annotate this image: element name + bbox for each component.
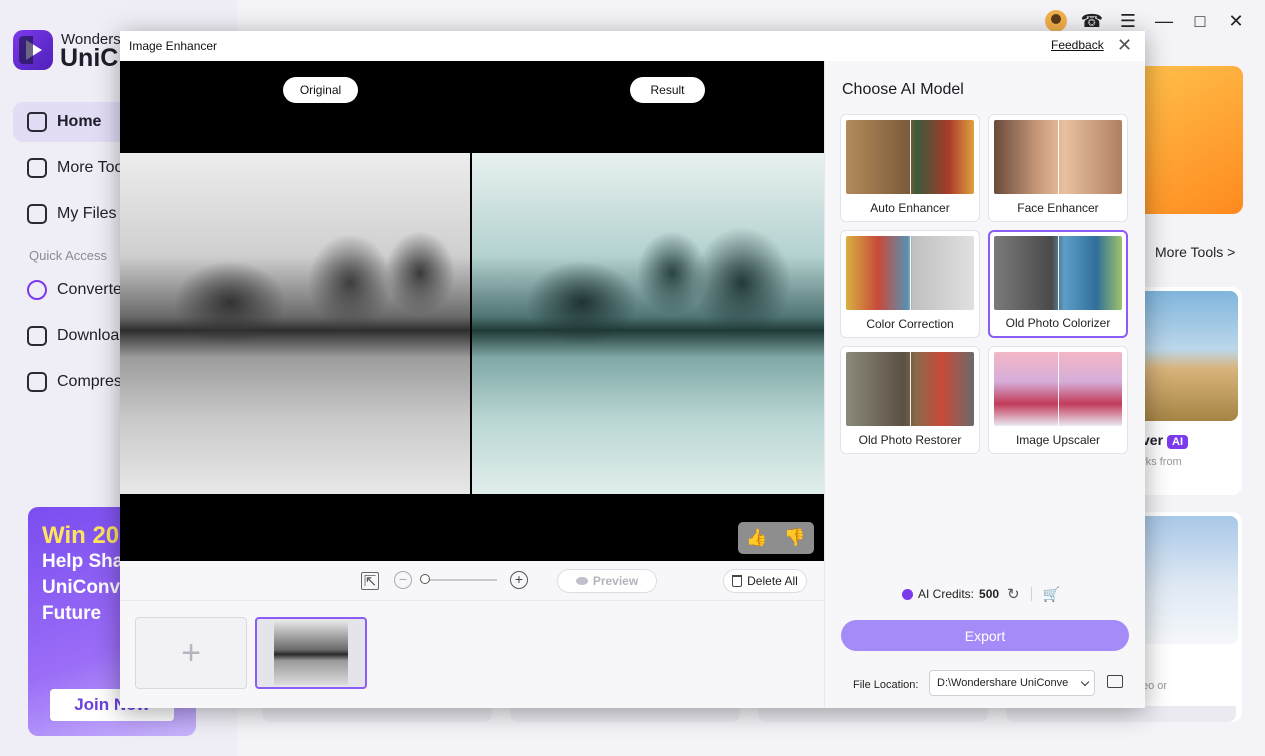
add-image-button[interactable]: + (135, 617, 247, 689)
credits-label: AI Credits: (918, 587, 975, 601)
credits-value: 500 (979, 587, 1000, 601)
thumbs-up-icon[interactable]: 👍 (745, 526, 769, 550)
feature-card-subtitle: rks from (1142, 456, 1182, 468)
comparison-preview: Original Result 👍 👎 (120, 61, 824, 561)
minimize-icon[interactable]: — (1153, 10, 1175, 32)
delete-all-button[interactable]: Delete All (723, 569, 807, 593)
model-preview-image (846, 352, 974, 426)
image-enhancer-dialog: Image Enhancer Feedback ✕ Original Resul… (120, 31, 1145, 708)
model-preview-image (846, 236, 974, 310)
cart-icon[interactable]: 🛒 (1043, 586, 1060, 603)
file-icon (27, 204, 47, 224)
image-thumbnail[interactable] (255, 617, 367, 689)
panel-title: Choose AI Model (842, 81, 964, 98)
more-tools-link[interactable]: More Tools > (1155, 244, 1235, 260)
thumbs-down-icon[interactable]: 👎 (783, 526, 807, 550)
model-label: Image Upscaler (1015, 433, 1101, 447)
credits-icon (902, 588, 913, 600)
model-label: Old Photo Restorer (858, 433, 962, 447)
file-location-label: File Location: (853, 679, 919, 691)
thumbnail-image (274, 621, 348, 685)
model-color-correction[interactable]: Color Correction (840, 230, 980, 338)
folder-icon[interactable] (1107, 675, 1123, 688)
model-preview-image (994, 352, 1122, 426)
headset-icon[interactable]: ☎ (1081, 10, 1103, 32)
dialog-header: Image Enhancer Feedback ✕ (120, 31, 1145, 61)
original-label: Original (283, 77, 358, 103)
download-icon (27, 326, 47, 346)
model-preview-image (994, 236, 1122, 310)
sidebar-item-label: Converte (57, 281, 122, 298)
close-icon[interactable]: ✕ (1225, 10, 1247, 32)
model-label: Old Photo Colorizer (1005, 316, 1111, 330)
compress-icon (27, 372, 47, 392)
export-button[interactable]: Export (841, 620, 1129, 651)
feature-card-subtitle: eo or (1142, 680, 1168, 692)
refresh-icon[interactable]: ↻ (1007, 585, 1020, 603)
sidebar-item-label: Downloa (57, 327, 120, 344)
model-preview-image (846, 120, 974, 194)
file-location-value: D:\Wondershare UniConve (937, 677, 1069, 689)
model-label: Auto Enhancer (870, 201, 950, 215)
menu-icon[interactable]: ☰ (1117, 10, 1139, 32)
close-icon[interactable]: ✕ (1117, 35, 1132, 55)
model-preview-image (994, 120, 1122, 194)
feedback-link[interactable]: Feedback (1051, 38, 1104, 52)
model-old-photo-restorer[interactable]: Old Photo Restorer (840, 346, 980, 454)
original-image (120, 153, 470, 494)
chevron-down-icon (1080, 677, 1090, 687)
home-icon (27, 112, 47, 132)
dialog-title: Image Enhancer (129, 39, 218, 53)
sidebar-item-label: Compres (57, 373, 122, 390)
rating-buttons: 👍 👎 (738, 522, 814, 554)
fit-screen-icon[interactable]: ⇱ (361, 572, 379, 590)
ai-model-panel: Choose AI Model Auto Enhancer Face Enhan… (824, 61, 1145, 708)
toolbox-icon (27, 158, 47, 178)
delete-all-label: Delete All (747, 574, 798, 588)
model-face-enhancer[interactable]: Face Enhancer (988, 114, 1128, 222)
preview-label: Preview (592, 574, 639, 588)
model-image-upscaler[interactable]: Image Upscaler (988, 346, 1128, 454)
avatar-icon[interactable] (1045, 10, 1067, 32)
feature-card-title: ver AI (1142, 432, 1189, 449)
window-controls: ☎ ☰ — □ ✕ (1045, 10, 1247, 32)
preview-toolbar: ⇱ − + Preview Delete All (120, 561, 824, 601)
zoom-slider[interactable] (422, 579, 497, 581)
image-strip: + (120, 601, 824, 708)
result-label: Result (630, 77, 705, 103)
sidebar-item-label: Home (57, 113, 102, 130)
result-image (472, 153, 824, 494)
zoom-slider-handle[interactable] (420, 574, 430, 584)
converter-icon (27, 280, 47, 300)
model-label: Face Enhancer (1017, 201, 1099, 215)
file-location-select[interactable]: D:\Wondershare UniConve (929, 670, 1095, 696)
ai-credits: AI Credits: 500 ↻ 🛒 (902, 585, 1060, 603)
zoom-in-icon[interactable]: + (510, 571, 528, 589)
zoom-out-icon[interactable]: − (394, 571, 412, 589)
sidebar-item-label: More Too (57, 159, 124, 176)
model-label: Color Correction (866, 317, 954, 331)
compare-divider[interactable] (470, 153, 472, 494)
bottom-cards (262, 706, 1236, 722)
ai-badge: AI (1167, 435, 1189, 449)
eye-icon (575, 577, 588, 585)
maximize-icon[interactable]: □ (1189, 10, 1211, 32)
divider (1030, 587, 1032, 601)
model-old-photo-colorizer[interactable]: Old Photo Colorizer (988, 230, 1128, 338)
sidebar-item-label: My Files (57, 205, 117, 222)
preview-button[interactable]: Preview (557, 569, 657, 593)
promo-text: Win 20 Help Sha UniConv Future (42, 522, 124, 625)
trash-icon (732, 575, 743, 587)
brand-product: UniC (60, 44, 119, 72)
app-logo (13, 30, 53, 70)
quick-access-heading: Quick Access (29, 248, 108, 263)
model-auto-enhancer[interactable]: Auto Enhancer (840, 114, 980, 222)
